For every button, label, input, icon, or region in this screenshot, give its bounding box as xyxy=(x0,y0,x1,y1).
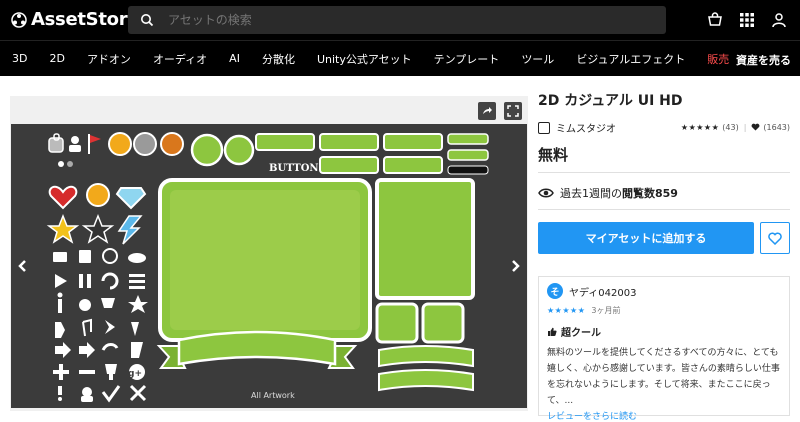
lock-icon xyxy=(48,133,64,153)
search-bar[interactable] xyxy=(128,6,666,34)
category-addons[interactable]: アドオン xyxy=(87,51,131,67)
category-sale[interactable]: 販売 xyxy=(707,51,729,67)
product-info: 2D カジュアル UI HD ミムスタジオ ★★★★★ (43) | (1643… xyxy=(538,90,790,422)
favorites-count: (1643) xyxy=(763,123,790,132)
category-nav: 3D 2D アドオン オーディオ AI 分散化 Unity公式アセット テンプレ… xyxy=(0,40,800,76)
avatar: そ xyxy=(547,283,563,299)
green-circle-button-2 xyxy=(223,134,255,166)
green-ribbon-small-2 xyxy=(378,369,474,392)
views-prefix: 過去1週間の xyxy=(560,187,622,200)
cart-icon[interactable] xyxy=(706,11,724,29)
star-icon xyxy=(46,213,80,244)
product-title: 2D カジュアル UI HD xyxy=(538,93,683,109)
views-label: 閲覧数 xyxy=(622,187,655,200)
star-outline-icon xyxy=(81,213,115,244)
publisher-name: ミムスタジオ xyxy=(556,124,616,135)
share-icon[interactable] xyxy=(478,102,496,120)
review-stars: ★★★★★ xyxy=(547,306,586,315)
white-icon-grid xyxy=(53,248,148,403)
review-title-text: 超クール xyxy=(561,328,601,339)
publisher-icon xyxy=(538,121,550,134)
heart-outline-icon xyxy=(768,232,782,245)
sell-assets-link[interactable]: 資産を売る xyxy=(736,52,791,68)
eye-icon xyxy=(538,188,554,198)
silver-medal-icon xyxy=(133,132,157,156)
fullscreen-icon[interactable] xyxy=(504,102,522,120)
gallery-tools xyxy=(478,102,522,120)
heart-icon xyxy=(48,185,78,210)
reviewer-name[interactable]: ヤディ042003 xyxy=(569,284,636,299)
category-tools[interactable]: ツール xyxy=(521,51,554,67)
review-meta: ★★★★★ 3ヶ月前 xyxy=(547,305,781,316)
publisher-link[interactable]: ミムスタジオ xyxy=(538,120,616,135)
person-icon xyxy=(69,136,81,152)
coin-icon xyxy=(86,183,110,207)
category-3d[interactable]: 3D xyxy=(12,52,27,65)
search-input[interactable] xyxy=(168,13,648,27)
grid-icon[interactable] xyxy=(738,11,756,29)
price: 無料 xyxy=(538,146,569,164)
category-unity-official[interactable]: Unity公式アセット xyxy=(317,51,412,67)
review-body: 無料のツールを提供してくださるすべての方々に、とても嬉しく、心から感謝しています… xyxy=(547,348,780,406)
gallery-next-button[interactable] xyxy=(506,256,526,276)
svg-text:g+: g+ xyxy=(128,369,142,379)
lightning-icon xyxy=(117,215,143,245)
rating-stars: ★★★★★ xyxy=(680,123,720,132)
category-vfx[interactable]: ビジュアルエフェクト xyxy=(576,51,685,67)
divider xyxy=(538,209,790,210)
small-green-square xyxy=(375,302,419,344)
rating-summary[interactable]: ★★★★★ (43) | (1643) xyxy=(681,123,790,133)
chevron-left-icon xyxy=(18,260,26,272)
bronze-medal-icon xyxy=(160,132,184,156)
chevron-right-icon xyxy=(512,260,520,272)
rating-count: (43) xyxy=(722,123,739,132)
flag-icon xyxy=(88,134,101,154)
ui-kit-artwork: BUTTON g+ xyxy=(46,132,489,403)
top-header: AssetStore xyxy=(0,0,800,40)
logo-text: AssetStore xyxy=(31,9,140,30)
category-2d[interactable]: 2D xyxy=(49,52,64,65)
publisher-row: ミムスタジオ ★★★★★ (43) | (1643) xyxy=(538,120,790,135)
green-ribbon-banner xyxy=(177,330,337,366)
unity-logo-icon xyxy=(11,11,27,28)
gallery-prev-button[interactable] xyxy=(12,256,32,276)
search-icon xyxy=(141,14,154,27)
product-gallery: BUTTON g+ All Artwork xyxy=(10,96,528,411)
reviewer-row: そ ヤディ042003 xyxy=(547,283,781,299)
tall-green-panel xyxy=(375,178,475,300)
review-time: 3ヶ月前 xyxy=(591,306,621,315)
divider xyxy=(538,172,790,173)
favorite-button[interactable] xyxy=(760,222,790,254)
category-templates[interactable]: テンプレート xyxy=(434,51,500,67)
gem-icon xyxy=(115,187,147,210)
review-card: そ ヤディ042003 ★★★★★ 3ヶ月前 超クール 無料のツールを提供してく… xyxy=(538,276,790,422)
category-decentralization[interactable]: 分散化 xyxy=(262,51,295,67)
thumbs-up-icon xyxy=(548,327,557,336)
add-to-my-assets-button[interactable]: マイアセットに追加する xyxy=(538,222,754,254)
gallery-preview-image[interactable]: BUTTON g+ All Artwork xyxy=(11,124,527,408)
weekly-views: 過去1週間の閲覧数859 xyxy=(538,185,678,201)
review-title: 超クール xyxy=(547,324,781,339)
small-green-square-2 xyxy=(421,302,465,344)
gallery-caption: All Artwork xyxy=(251,391,295,400)
category-ai[interactable]: AI xyxy=(229,52,240,65)
asset-store-logo[interactable]: AssetStore xyxy=(10,9,140,30)
svg-text:BUTTON: BUTTON xyxy=(269,163,319,174)
heart-icon[interactable] xyxy=(751,123,760,133)
user-icon[interactable] xyxy=(770,11,788,29)
gold-medal-icon xyxy=(108,132,132,156)
green-circle-button xyxy=(190,133,224,167)
header-icons xyxy=(706,11,788,29)
category-audio[interactable]: オーディオ xyxy=(153,51,207,67)
green-ribbon-small xyxy=(378,345,474,368)
views-count: 859 xyxy=(655,187,678,200)
